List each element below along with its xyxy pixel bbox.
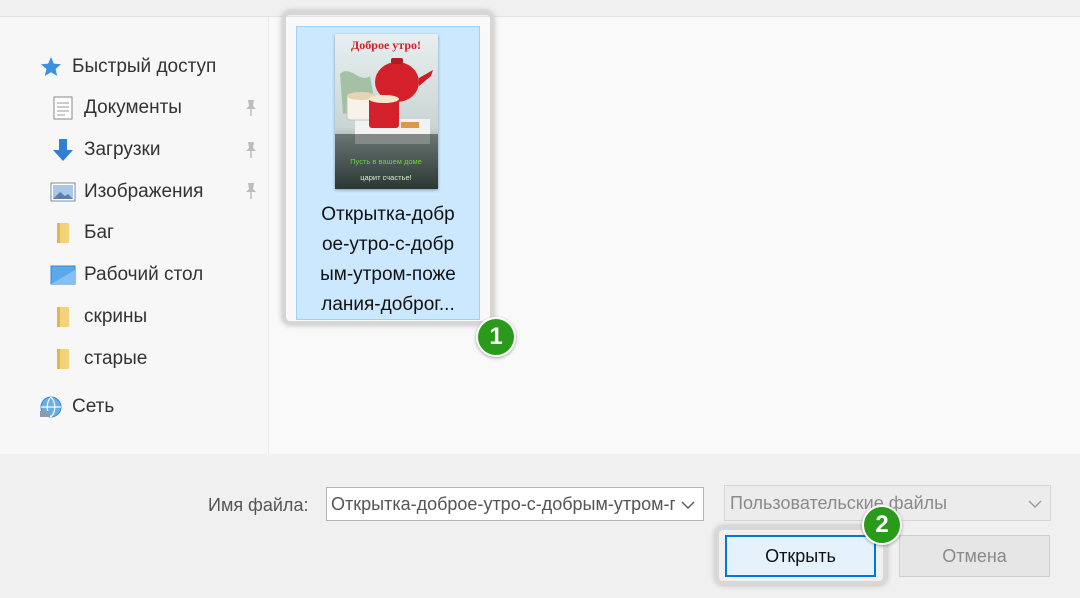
nav-item-quick-access[interactable]: Быстрый доступ — [38, 52, 216, 82]
file-name-line: Открытка-добр — [321, 204, 455, 225]
folder-icon — [50, 305, 76, 329]
filetype-value: Пользовательские файлы — [730, 493, 948, 513]
folder-icon — [50, 347, 76, 371]
thumbnail-caption-line1: Пусть в вашем доме — [350, 157, 422, 166]
nav-item-desktop[interactable]: Рабочий стол — [50, 260, 203, 290]
nav-item-label: Загрузки — [84, 139, 161, 160]
nav-item-label: старые — [84, 348, 148, 369]
step-badge-1: 1 — [476, 317, 516, 357]
file-name-label: Открытка-добр ое-утро-с-добр ым-утром-по… — [300, 200, 476, 320]
nav-item-network[interactable]: Сеть — [38, 392, 114, 422]
window-top-strip — [0, 0, 1080, 17]
nav-item-label: Изображения — [84, 181, 204, 202]
nav-item-pictures[interactable]: Изображения — [50, 177, 203, 207]
nav-item-bag-folder[interactable]: Баг — [50, 218, 114, 248]
filename-input[interactable]: Открытка-доброе-утро-с-добрым-утром-поже… — [331, 488, 675, 520]
file-thumbnail: Доброе утро! Пусть в вашем доме царит сч… — [335, 34, 438, 189]
filename-label: Имя файла: — [208, 495, 309, 515]
pictures-icon — [50, 180, 76, 204]
file-name-line: ое-утро-с-добр — [321, 234, 455, 255]
download-arrow-icon — [50, 138, 76, 162]
thumbnail-caption-line2: царит счастье! — [360, 173, 411, 182]
pin-icon[interactable] — [242, 99, 260, 117]
nav-item-documents[interactable]: Документы — [50, 93, 182, 123]
nav-item-downloads[interactable]: Загрузки — [50, 135, 160, 165]
documents-icon — [50, 96, 76, 120]
chevron-down-icon[interactable] — [1028, 497, 1042, 509]
folder-icon — [50, 221, 76, 245]
chevron-down-icon[interactable] — [681, 498, 695, 510]
nav-item-label: Быстрый доступ — [72, 56, 217, 77]
nav-item-old-folder[interactable]: старые — [50, 344, 147, 374]
thumbnail-title: Доброе утро! — [351, 38, 421, 52]
file-name-line: ым-утром-поже — [320, 264, 456, 285]
nav-item-label: Документы — [84, 97, 182, 118]
open-button[interactable]: Открыть — [725, 535, 876, 577]
desktop-icon — [50, 263, 76, 287]
nav-item-screenshots-folder[interactable]: скрины — [50, 302, 147, 332]
file-name-line: лания-доброг... — [321, 294, 455, 315]
filename-combobox[interactable]: Открытка-доброе-утро-с-добрым-утром-поже… — [326, 487, 704, 521]
nav-item-label: скрины — [84, 306, 148, 327]
star-icon — [38, 55, 64, 79]
network-icon — [38, 395, 64, 419]
pin-icon[interactable] — [242, 141, 260, 159]
nav-item-label: Рабочий стол — [84, 264, 204, 285]
step-badge-2: 2 — [862, 505, 902, 545]
pin-icon[interactable] — [242, 182, 260, 200]
navigation-pane — [0, 17, 269, 454]
nav-item-label: Сеть — [72, 396, 115, 417]
cancel-button[interactable]: Отмена — [899, 535, 1050, 577]
nav-item-label: Баг — [84, 222, 114, 243]
